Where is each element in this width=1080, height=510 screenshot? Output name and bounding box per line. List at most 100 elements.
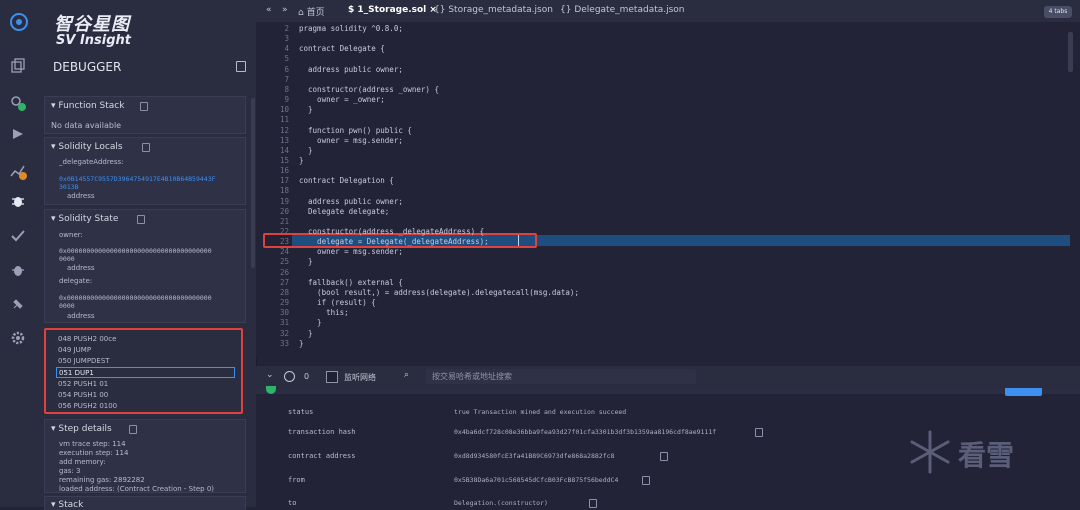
line-number: 32 — [279, 328, 289, 338]
tab-forward[interactable]: » — [282, 5, 288, 15]
code-line[interactable]: } — [299, 257, 313, 266]
code-line[interactable]: constructor(address _owner) { — [299, 85, 439, 94]
tab-delegate-metadata-label: Delegate_metadata.json — [574, 5, 685, 15]
debugger-bug-icon[interactable] — [9, 193, 27, 211]
code-line[interactable]: } — [299, 156, 304, 165]
search-input[interactable]: 按交易哈希或地址搜索 — [426, 369, 696, 384]
copy-icon[interactable] — [129, 425, 137, 434]
code-line[interactable]: } — [299, 105, 313, 114]
line-number: 33 — [279, 338, 289, 348]
code-line[interactable]: contract Delegate { — [299, 44, 385, 53]
code-line[interactable]: } — [299, 318, 322, 327]
editor-scrollbar[interactable] — [1068, 32, 1073, 72]
line-number: 26 — [279, 267, 289, 277]
line-number: 20 — [279, 206, 289, 216]
tx-detail-value: 0x4ba6dcf728c08e36bba9fea93d27f01cfa3301… — [454, 428, 717, 436]
search-placeholder: 按交易哈希或地址搜索 — [432, 372, 512, 381]
copy-icon[interactable] — [140, 102, 148, 111]
code-line[interactable]: constructor(address _delegateAddress) { — [299, 227, 484, 236]
code-line[interactable]: owner = _owner; — [299, 95, 385, 104]
tx-detail-key: from — [288, 476, 305, 484]
opcode-list[interactable]: 048 PUSH2 00ce 049 JUMP 050 JUMPDEST 051… — [44, 328, 243, 414]
terminal-toolbar: ⌄ 0 监听网络 ⌕ 按交易哈希或地址搜索 — [256, 366, 1080, 388]
step-details-header[interactable]: ▾ Step details — [51, 424, 112, 434]
json-file-icon: {} — [434, 5, 449, 15]
tab-delegate-metadata[interactable]: {} Delegate_metadata.json — [560, 5, 685, 15]
code-line[interactable]: delegate = Delegate(_delegateAddress); — [299, 237, 489, 246]
gas: gas: 3 — [59, 467, 81, 475]
opcode-item[interactable]: 054 PUSH1 00 — [58, 391, 108, 399]
opcode-item[interactable]: 049 JUMP — [58, 346, 91, 354]
line-number: 15 — [279, 155, 289, 165]
line-number: 22 — [279, 227, 289, 236]
plug-icon[interactable] — [9, 296, 27, 314]
code-line[interactable]: address public owner; — [299, 65, 403, 74]
stack-header[interactable]: ▾ Stack — [51, 500, 83, 510]
solidity-state-header[interactable]: ▾ Solidity State — [51, 214, 118, 224]
code-line[interactable]: } — [299, 339, 304, 348]
pending-count: 0 — [304, 372, 310, 381]
code-line[interactable]: if (result) { — [299, 298, 376, 307]
tab-home-label: 首页 — [306, 8, 325, 18]
remix-logo-icon[interactable] — [9, 12, 28, 31]
code-line[interactable]: address public owner; — [299, 197, 403, 206]
copy-icon[interactable] — [642, 476, 650, 485]
code-line[interactable]: contract Delegation { — [299, 176, 394, 185]
tab-storage-metadata[interactable]: {} Storage_metadata.json — [434, 5, 553, 15]
panel-doc-icon[interactable] — [236, 61, 246, 72]
code-line[interactable]: function pwn() public { — [299, 126, 412, 135]
code-line[interactable]: pragma solidity ^0.8.0; — [299, 24, 403, 33]
opcode-item[interactable]: 052 PUSH1 01 — [58, 380, 108, 388]
terminal-output: status true Transaction mined and executi… — [256, 386, 1080, 508]
opcode-item[interactable]: 048 PUSH2 00ce — [58, 335, 116, 343]
opcode-item[interactable]: 050 JUMPDEST — [58, 357, 110, 365]
tx-detail-value: Delegation.(constructor) — [454, 499, 548, 507]
code-editor[interactable]: 2 pragma solidity ^0.8.0; 3 4 contract Deleg… — [256, 22, 1080, 358]
copy-icon[interactable] — [755, 428, 763, 437]
copy-icon[interactable] — [137, 215, 145, 224]
tx-detail-value: 0xd8d934580fcE3fa41B89C6973dfe868a2882fc… — [454, 452, 615, 460]
code-line[interactable]: fallback() external { — [299, 278, 403, 287]
tab-home[interactable]: ⌂ 首页 — [298, 5, 325, 18]
copy-icon[interactable] — [142, 143, 150, 152]
code-line[interactable]: this; — [299, 308, 349, 317]
solidity-locals-header[interactable]: ▾ Solidity Locals — [51, 142, 123, 152]
remaining-gas: remaining gas: 2892282 — [59, 476, 145, 484]
compiler-icon[interactable] — [9, 126, 27, 144]
code-line[interactable]: Delegate delegate; — [299, 207, 389, 216]
collapse-icon[interactable]: ⌄ — [266, 370, 274, 380]
file-explorer-icon[interactable] — [9, 58, 27, 76]
code-line[interactable]: } — [299, 329, 313, 338]
code-line[interactable]: } — [299, 146, 313, 155]
listen-label: 监听网络 — [344, 373, 376, 382]
check-icon[interactable] — [9, 228, 27, 246]
tab-back[interactable]: « — [266, 5, 272, 15]
opcode-item[interactable]: 056 PUSH2 0100 — [58, 402, 117, 410]
tab-storage-sol[interactable]: $ 1_Storage.sol × — [348, 5, 437, 15]
chevron-right-icon: » — [282, 5, 288, 15]
copy-icon[interactable] — [660, 452, 668, 461]
line-number: 6 — [284, 64, 289, 74]
opcode-selected-row[interactable]: 051 DUP1 — [56, 367, 235, 378]
debug-button[interactable] — [1005, 388, 1042, 396]
state-delegate-type: address — [67, 312, 95, 320]
execution-step: execution step: 114 — [59, 449, 129, 457]
listen-checkbox[interactable] — [326, 371, 338, 383]
search-icon: ⌕ — [404, 370, 410, 380]
code-line[interactable]: owner = msg.sender; — [299, 136, 403, 145]
settings-gear-icon[interactable] — [9, 330, 27, 348]
analytics-icon[interactable] — [9, 162, 27, 180]
indent-badge[interactable]: 4 tabs — [1044, 6, 1072, 18]
bug-icon[interactable] — [9, 262, 27, 280]
line-number: 3 — [284, 34, 289, 44]
code-line[interactable]: owner = msg.sender; — [299, 247, 403, 256]
line-number: 5 — [284, 54, 289, 64]
code-line[interactable]: (bool result,) = address(delegate).deleg… — [299, 288, 579, 297]
function-stack-header[interactable]: ▾ Function Stack — [51, 101, 124, 111]
line-number: 29 — [279, 298, 289, 308]
clear-icon[interactable] — [284, 371, 295, 382]
panel-scrollbar[interactable] — [251, 98, 255, 268]
plugin-manager-icon[interactable] — [9, 94, 27, 112]
home-icon: ⌂ — [298, 8, 307, 18]
loaded-address: loaded address: (Contract Creation - Ste… — [59, 485, 215, 493]
